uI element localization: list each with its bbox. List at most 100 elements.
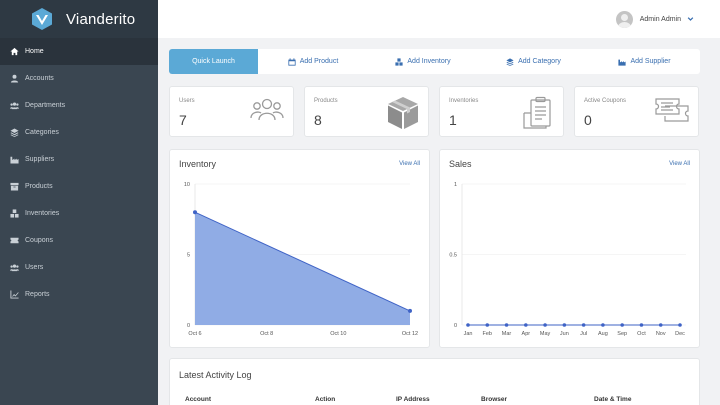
add-category-label: Add Category: [518, 58, 561, 65]
sidebar-item-departments[interactable]: Departments: [0, 92, 158, 119]
stat-value: 0: [584, 112, 592, 128]
data-point: [524, 323, 528, 327]
layers-icon: [506, 57, 518, 66]
ticket-icon: [10, 236, 19, 245]
x-tick-label: Oct 12: [402, 331, 418, 337]
ticket-outline-icon: [655, 96, 689, 124]
stat-label: Users: [179, 98, 195, 104]
data-point: [562, 323, 567, 327]
x-tick-label: Oct: [637, 331, 646, 337]
data-point: [639, 323, 644, 327]
sidebar-item-label: Inventories: [25, 210, 60, 217]
sidebar-item-label: Accounts: [25, 75, 54, 82]
user-name: Admin Admin: [639, 15, 681, 23]
data-point: [408, 308, 412, 313]
stat-card-inventories[interactable]: Inventories 1: [439, 86, 564, 137]
quick-launch-button[interactable]: Quick Launch: [169, 49, 258, 74]
stat-value: 1: [449, 112, 457, 128]
stat-label: Active Coupons: [584, 98, 627, 104]
sidebar-item-home[interactable]: Home: [0, 38, 158, 65]
sidebar-item-categories[interactable]: Categories: [0, 119, 158, 146]
stat-card-coupons[interactable]: Active Coupons 0: [574, 86, 699, 137]
y-tick-label: 0.5: [449, 253, 457, 259]
users-icon: [10, 101, 19, 110]
column-header[interactable]: Account: [185, 396, 211, 403]
sidebar-item-products[interactable]: Products: [0, 173, 158, 200]
inventory-chart: 0 5 10 Oct 6 Oct 8 Oct 10 Oct 12: [184, 182, 418, 337]
y-tick-label: 0: [454, 323, 457, 329]
brand[interactable]: Vianderito: [0, 0, 158, 38]
quick-launch-label: Quick Launch: [192, 58, 235, 65]
sidebar-item-label: Coupons: [25, 237, 54, 244]
x-tick-label: Oct 10: [330, 331, 346, 337]
column-header[interactable]: Browser: [481, 396, 507, 403]
y-tick-label: 10: [184, 182, 190, 188]
activity-log-panel: Latest Activity Log Account Action IP Ad…: [169, 358, 700, 405]
data-point: [466, 323, 470, 327]
add-product-button[interactable]: Add Product: [258, 49, 368, 74]
sidebar-item-reports[interactable]: Reports: [0, 281, 158, 308]
sidebar-item-label: Reports: [25, 291, 50, 298]
add-supplier-button[interactable]: Add Supplier: [589, 49, 700, 74]
data-point: [601, 323, 605, 327]
clipboard-icon: [522, 96, 554, 130]
add-inventory-button[interactable]: Add Inventory: [368, 49, 478, 74]
y-tick-label: 1: [454, 182, 457, 188]
sidebar-item-label: Departments: [25, 102, 66, 109]
stat-value: 7: [179, 112, 187, 128]
user-menu[interactable]: Admin Admin: [615, 10, 694, 28]
home-icon: [10, 47, 19, 56]
sidebar-item-coupons[interactable]: Coupons: [0, 227, 158, 254]
logo-icon: [32, 8, 52, 30]
data-point: [678, 323, 682, 327]
calendar-icon: [288, 57, 300, 66]
people-outline-icon: [250, 96, 284, 122]
industry-icon: [618, 58, 630, 66]
data-point: [485, 323, 490, 327]
add-category-button[interactable]: Add Category: [478, 49, 589, 74]
sidebar-item-label: Users: [25, 264, 44, 271]
sidebar-item-suppliers[interactable]: Suppliers: [0, 146, 158, 173]
quick-launch-bar: Quick Launch Add Product Add Inventory A…: [169, 49, 700, 74]
x-tick-label: Mar: [502, 331, 512, 337]
data-point: [543, 323, 547, 327]
sidebar-item-label: Suppliers: [25, 156, 55, 163]
add-inventory-label: Add Inventory: [407, 58, 451, 65]
y-tick-label: 5: [187, 253, 190, 259]
x-tick-label: Oct 8: [260, 331, 273, 337]
data-point: [193, 210, 197, 215]
x-tick-label: Sep: [617, 331, 627, 337]
x-tick-label: Aug: [598, 331, 608, 337]
chevron-down-icon: [687, 10, 694, 28]
x-tick-label: Jun: [560, 331, 569, 337]
stat-label: Products: [314, 98, 338, 104]
column-header[interactable]: Date & Time: [594, 396, 631, 403]
x-tick-label: Jan: [464, 331, 473, 337]
x-tick-label: Jul: [580, 331, 587, 337]
x-tick-label: Nov: [656, 331, 666, 337]
data-point: [620, 323, 624, 327]
stat-label: Inventories: [449, 98, 479, 104]
column-header[interactable]: Action: [315, 396, 335, 403]
sidebar-item-users[interactable]: Users: [0, 254, 158, 281]
cubes-icon: [395, 57, 407, 66]
sidebar-item-accounts[interactable]: Accounts: [0, 65, 158, 92]
x-tick-label: Feb: [483, 331, 492, 337]
stat-card-users[interactable]: Users 7: [169, 86, 294, 137]
sidebar-item-label: Home: [25, 48, 44, 55]
sidebar-item-label: Categories: [25, 129, 59, 136]
sidebar-item-inventories[interactable]: Inventories: [0, 200, 158, 227]
stat-card-products[interactable]: Products 8: [304, 86, 429, 137]
layers-icon: [10, 128, 19, 137]
user-icon: [10, 74, 19, 83]
avatar: [615, 10, 633, 28]
archive-icon: [10, 182, 19, 191]
line-chart-icon: [10, 290, 19, 299]
sales-panel: Sales View All 0 0.5 1 Jan Feb Mar Apr May Jun Ju…: [439, 149, 700, 348]
industry-icon: [10, 155, 19, 164]
y-tick-label: 0: [187, 323, 190, 329]
sidebar-item-label: Products: [25, 183, 53, 190]
top-bar: Admin Admin: [158, 0, 720, 38]
column-header[interactable]: IP Address: [396, 396, 430, 403]
sales-chart: 0 0.5 1 Jan Feb Mar Apr May Jun Jul Aug Sep Oct Nov De…: [449, 182, 686, 337]
